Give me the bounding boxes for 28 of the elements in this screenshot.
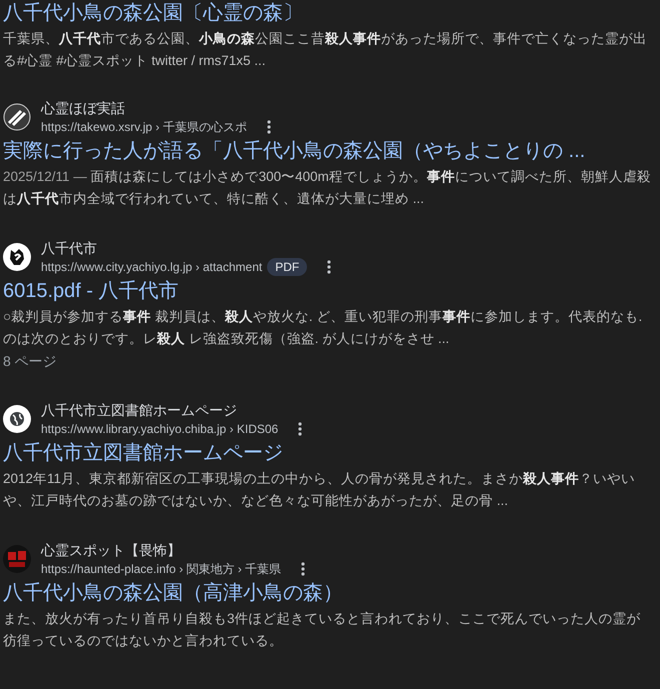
globe-icon: [3, 405, 31, 433]
result-title-link[interactable]: 実際に行った人が語る「八千代小鳥の森公園（やちよことりの ...: [3, 138, 654, 165]
page-count: 8 ページ: [3, 352, 58, 371]
result-title-link[interactable]: 八千代小鳥の森公園〔心霊の森〕: [3, 0, 654, 27]
result-snippet: 2025/12/11 — 面積は森にしては小さめで300〜400m程でしょうか。事件について調べた所、朝鮮人虐殺は八千代市内全域で行われていて、特に酷く、遺体が大量に埋め ...: [3, 168, 652, 208]
result-title-link[interactable]: 八千代市立図書館ホームページ: [3, 440, 654, 467]
more-options-icon[interactable]: [266, 120, 271, 134]
result-title-link[interactable]: 6015.pdf - 八千代市: [3, 278, 654, 305]
site-name: 八千代市: [41, 239, 98, 258]
more-options-icon[interactable]: [298, 422, 302, 436]
site-name: 心霊ほぼ実話: [41, 99, 126, 118]
slash-logo-icon: [3, 103, 31, 131]
logo-icon: [3, 545, 31, 573]
emblem-icon: [3, 243, 31, 271]
result-snippet: 2012年11月、東京都新宿区の工事現場の土の中から、人の骨が発見された。まさか殺人事件？いやいや、江戸時代のお墓の跡ではないか、など色々な可能性があがったが、足の骨 ...: [3, 470, 636, 510]
site-name: 八千代市立図書館ホームページ: [41, 401, 238, 420]
site-url[interactable]: https://www.city.yachiyo.lg.jp › attachment: [41, 258, 262, 276]
more-options-icon[interactable]: [327, 260, 332, 274]
site-url[interactable]: https://www.library.yachiyo.chiba.jp › KIDS06: [41, 420, 278, 438]
site-url[interactable]: https://takewo.xsrv.jp › 千葉県の心スポ: [41, 118, 247, 136]
result-snippet: また、放火が有ったり首吊り自殺も3件ほど起きていると言われており、ここで死んでいった人の霊が彷徨っているのではないかと言われている。: [3, 610, 642, 650]
result-title-link[interactable]: 八千代小鳥の森公園（高津小鳥の森）: [3, 580, 654, 607]
more-options-icon[interactable]: [301, 562, 306, 576]
site-url[interactable]: https://haunted-place.info › 関東地方 › 千葉県: [41, 560, 282, 578]
result-snippet: 千葉県、八千代市である公園、小鳥の森公園ここ昔殺人事件があった場所で、事件で亡くなった霊が出る#心霊 #心霊スポット twitter / rms71x5 ...: [3, 30, 648, 70]
result-snippet: ○裁判員が参加する事件 裁判員は、殺人や放火な. ど、重い犯罪の刑事事件に参加します。代表的なも. のは次のとおりです。レ殺人 レ強盗致死傷（強盗. が人にけがをさせ ...: [3, 308, 644, 348]
site-name: 心霊スポット【畏怖】: [41, 541, 182, 560]
file-type-badge: PDF: [267, 258, 308, 276]
